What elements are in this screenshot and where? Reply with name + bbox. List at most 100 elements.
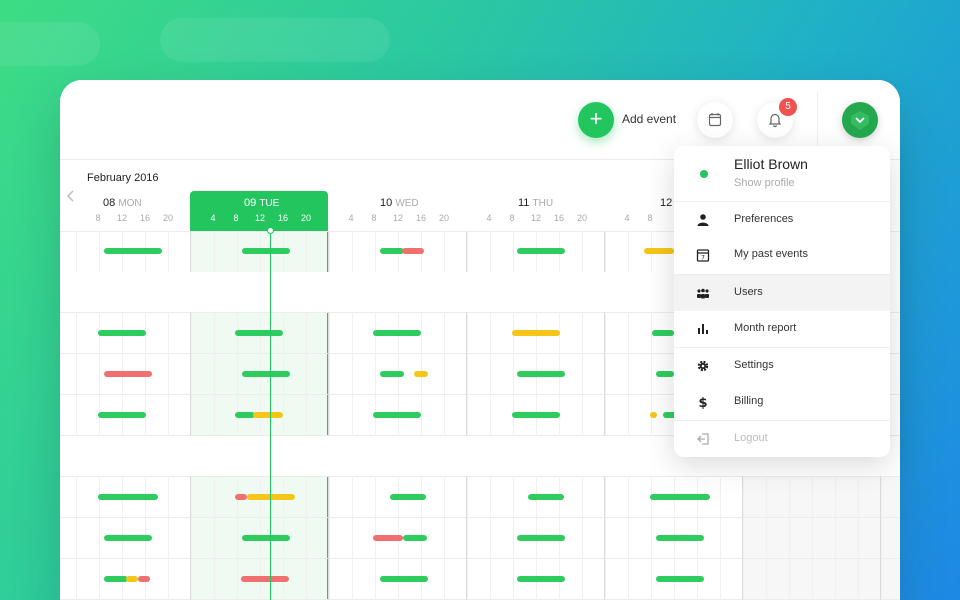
calendar-button[interactable] bbox=[697, 102, 733, 138]
menu-item-label: Preferences bbox=[734, 213, 794, 225]
event-bar[interactable] bbox=[242, 535, 290, 541]
event-bar[interactable] bbox=[403, 535, 427, 541]
hour-tick: 8 bbox=[371, 213, 377, 223]
day-name: TUE bbox=[259, 198, 280, 209]
day-name: MON bbox=[118, 198, 142, 209]
row-divider bbox=[60, 517, 900, 518]
hour-tick: 16 bbox=[415, 213, 426, 223]
divider bbox=[817, 92, 818, 148]
hour-tick: 20 bbox=[162, 213, 173, 223]
hour-tick: 8 bbox=[647, 213, 653, 223]
event-bar[interactable] bbox=[402, 248, 424, 254]
day-number: 08 bbox=[103, 197, 116, 209]
hour-tick: 12 bbox=[392, 213, 403, 223]
menu-item-month-report[interactable]: Month report bbox=[674, 311, 890, 347]
event-bar[interactable] bbox=[235, 494, 247, 500]
event-bar[interactable] bbox=[235, 412, 255, 418]
month-label: February 2016 bbox=[87, 172, 159, 184]
calendar-icon: 7 bbox=[696, 249, 710, 262]
day-name: THU bbox=[532, 198, 554, 209]
day-number: 09 bbox=[244, 197, 257, 209]
hour-tick: 4 bbox=[210, 213, 216, 223]
menu-item-users[interactable]: Users bbox=[674, 275, 890, 311]
event-bar[interactable] bbox=[517, 576, 565, 582]
event-bar[interactable] bbox=[126, 576, 138, 582]
user-avatar-button[interactable] bbox=[842, 102, 878, 138]
event-bar[interactable] bbox=[247, 494, 295, 500]
bar-chart-icon bbox=[698, 324, 708, 334]
event-bar[interactable] bbox=[104, 371, 152, 377]
menu-profile[interactable]: Elliot Brown Show profile bbox=[674, 146, 890, 202]
user-dropdown-menu: Elliot Brown Show profile Preferences 7 … bbox=[674, 146, 890, 457]
event-bar[interactable] bbox=[414, 371, 428, 377]
menu-item-label: Logout bbox=[734, 432, 768, 444]
add-event-label[interactable]: Add event bbox=[622, 112, 676, 126]
event-bar[interactable] bbox=[235, 330, 283, 336]
event-bar[interactable] bbox=[380, 576, 428, 582]
event-bar[interactable] bbox=[512, 412, 560, 418]
event-bar[interactable] bbox=[373, 330, 421, 336]
event-bar[interactable] bbox=[390, 494, 426, 500]
event-bar[interactable] bbox=[373, 535, 403, 541]
event-bar[interactable] bbox=[656, 535, 704, 541]
event-bar[interactable] bbox=[138, 576, 150, 582]
event-bar[interactable] bbox=[104, 535, 152, 541]
menu-item-my-past-events[interactable]: 7 My past events bbox=[674, 237, 890, 273]
chevron-left-icon[interactable] bbox=[66, 190, 76, 202]
event-bar[interactable] bbox=[104, 576, 128, 582]
hour-tick: 8 bbox=[509, 213, 515, 223]
menu-item-label: Users bbox=[734, 286, 763, 298]
hour-tick: 20 bbox=[438, 213, 449, 223]
event-bar[interactable] bbox=[104, 248, 162, 254]
day-header-09[interactable]: 09 TUE 4 8 12 16 20 bbox=[190, 191, 328, 231]
event-bar[interactable] bbox=[241, 576, 289, 582]
event-bar[interactable] bbox=[652, 330, 674, 336]
event-bar[interactable] bbox=[380, 248, 404, 254]
menu-item-preferences[interactable]: Preferences bbox=[674, 202, 890, 238]
event-bar[interactable] bbox=[517, 535, 565, 541]
event-bar[interactable] bbox=[380, 371, 404, 377]
menu-item-settings[interactable]: Settings bbox=[674, 348, 890, 384]
users-icon bbox=[697, 288, 709, 299]
dollar-icon: $ bbox=[698, 396, 707, 409]
current-time-line bbox=[270, 231, 271, 600]
show-profile-link[interactable]: Show profile bbox=[734, 177, 795, 189]
menu-item-logout[interactable]: Logout bbox=[674, 421, 890, 457]
menu-item-billing[interactable]: $ Billing bbox=[674, 384, 890, 420]
row-divider bbox=[60, 558, 900, 559]
hour-tick: 12 bbox=[116, 213, 127, 223]
logout-icon bbox=[697, 433, 709, 445]
day-header-10[interactable]: 10 WED 4 8 12 16 20 bbox=[328, 191, 466, 231]
hour-tick: 12 bbox=[254, 213, 265, 223]
chevron-down-icon bbox=[851, 111, 869, 130]
current-time-marker bbox=[267, 227, 274, 234]
event-bar[interactable] bbox=[98, 412, 146, 418]
event-bar[interactable] bbox=[517, 371, 565, 377]
hour-tick: 4 bbox=[624, 213, 630, 223]
event-bar[interactable] bbox=[253, 412, 283, 418]
day-header-08[interactable]: 08 MON 8 12 16 20 bbox=[60, 191, 190, 231]
event-bar[interactable] bbox=[98, 330, 146, 336]
event-bar[interactable] bbox=[650, 412, 657, 418]
event-bar[interactable] bbox=[644, 248, 674, 254]
event-bar[interactable] bbox=[98, 494, 158, 500]
day-number: 10 bbox=[380, 197, 393, 209]
event-bar[interactable] bbox=[512, 330, 560, 336]
day-header-11[interactable]: 11 THU 4 8 12 16 20 bbox=[466, 191, 604, 231]
event-bar[interactable] bbox=[650, 494, 710, 500]
menu-item-label: Billing bbox=[734, 395, 764, 407]
hour-tick: 4 bbox=[486, 213, 492, 223]
hour-tick: 20 bbox=[576, 213, 587, 223]
event-bar[interactable] bbox=[656, 371, 674, 377]
event-bar[interactable] bbox=[242, 248, 290, 254]
add-event-button[interactable]: + bbox=[578, 102, 614, 138]
row-divider bbox=[60, 476, 900, 477]
event-bar[interactable] bbox=[517, 248, 565, 254]
event-bar[interactable] bbox=[242, 371, 290, 377]
day-number: 12 bbox=[660, 197, 673, 209]
menu-item-label: Month report bbox=[734, 322, 797, 334]
event-bar[interactable] bbox=[656, 576, 704, 582]
event-bar[interactable] bbox=[528, 494, 564, 500]
event-bar[interactable] bbox=[373, 412, 421, 418]
notification-badge: 5 bbox=[779, 98, 797, 116]
